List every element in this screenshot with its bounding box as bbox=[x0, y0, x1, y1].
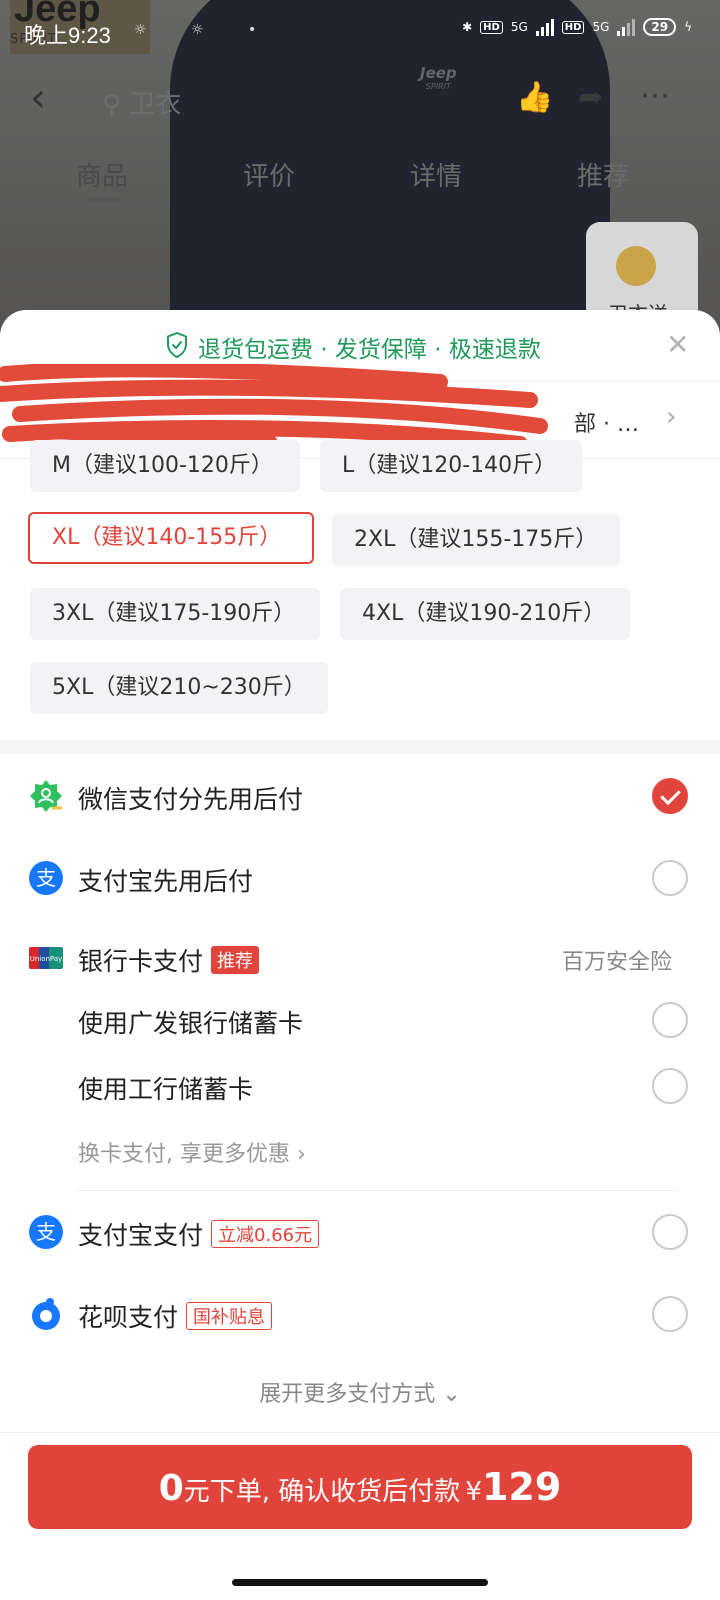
place-order-button[interactable]: 0元下单, 确认收货后付款 ¥129 bbox=[28, 1445, 692, 1529]
address-text: 部 · … bbox=[574, 412, 639, 437]
discount-badge: 立减0.66元 bbox=[211, 1220, 320, 1248]
status-right: ✱ HD 5G HD 5G 29 ϟ bbox=[462, 18, 692, 36]
bluetooth-icon: ✱ bbox=[462, 20, 473, 34]
size-chip-l[interactable]: L（建议120-140斤） bbox=[320, 440, 582, 492]
size-chip-4xl[interactable]: 4XL（建议190-210斤） bbox=[340, 588, 630, 640]
hd-badge-2: HD bbox=[561, 20, 585, 34]
hd-badge: HD bbox=[480, 20, 503, 34]
tab-reviews[interactable]: 评价 bbox=[243, 156, 295, 193]
payment-alipay-later[interactable]: 支 支付宝先用后付 bbox=[0, 848, 720, 908]
payment-label: 支付宝先用后付 bbox=[78, 867, 254, 896]
radio-unchecked[interactable] bbox=[652, 1068, 688, 1104]
size-chip-5xl[interactable]: 5XL（建议210~230斤） bbox=[30, 662, 328, 714]
tab-recommend[interactable]: 推荐 bbox=[577, 156, 629, 193]
payment-card-icbc[interactable]: 使用工行储蓄卡 bbox=[0, 1056, 720, 1116]
close-icon[interactable]: ✕ bbox=[666, 328, 689, 361]
search-box[interactable]: ⚲ 卫衣 bbox=[102, 84, 181, 121]
payment-huabei[interactable]: 花呗支付 国补贴息 bbox=[0, 1284, 720, 1344]
notification-icons: ☼ ☼ • bbox=[134, 22, 277, 38]
status-time: 晚上9:23 bbox=[24, 23, 111, 48]
payment-label: 使用工行储蓄卡 bbox=[78, 1075, 254, 1104]
radio-unchecked[interactable] bbox=[652, 1214, 688, 1250]
divider bbox=[78, 1190, 678, 1191]
chat-icon bbox=[616, 246, 656, 286]
unionpay-icon: UnionPay bbox=[29, 947, 63, 969]
battery-icon: 29 bbox=[643, 18, 677, 36]
radio-checked[interactable] bbox=[652, 778, 688, 814]
network-label: 5G bbox=[510, 20, 528, 34]
chevron-right-icon: › bbox=[297, 1142, 306, 1167]
payment-label: 微信支付分先用后付 bbox=[78, 785, 304, 814]
product-tabs: 商品 评价 详情 推荐 bbox=[0, 152, 720, 202]
subsidy-badge: 国补贴息 bbox=[186, 1302, 273, 1330]
share-icon[interactable]: ➦ bbox=[578, 80, 603, 115]
tab-underline bbox=[86, 198, 122, 202]
section-gap bbox=[0, 740, 720, 754]
size-chip-xl[interactable]: XL（建议140-155斤） bbox=[28, 512, 314, 564]
payment-card-gf[interactable]: 使用广发银行储蓄卡 bbox=[0, 990, 720, 1050]
payment-alipay[interactable]: 支 支付宝支付 立减0.66元 bbox=[0, 1202, 720, 1262]
shield-check-icon bbox=[167, 332, 187, 358]
radio-unchecked[interactable] bbox=[652, 1002, 688, 1038]
search-placeholder: 卫衣 bbox=[129, 90, 182, 120]
status-bar: 晚上9:23 ☼ ☼ • ✱ HD 5G HD 5G 29 ϟ bbox=[0, 0, 720, 64]
payment-label: 使用广发银行储蓄卡 bbox=[78, 1009, 304, 1038]
alipay-icon: 支 bbox=[29, 1215, 63, 1249]
size-chip-2xl[interactable]: 2XL（建议155-175斤） bbox=[332, 514, 620, 566]
purchase-sheet: 退货包运费 · 发货保障 · 极速退款 ✕ 部 · … › M（建议100-12… bbox=[0, 310, 720, 1600]
payment-label: 花呗支付 国补贴息 bbox=[78, 1298, 273, 1334]
thumbs-up-icon[interactable]: 👍 bbox=[516, 80, 553, 115]
signal-icon bbox=[535, 18, 554, 36]
huabei-icon bbox=[32, 1298, 60, 1330]
expand-more-payments[interactable]: 展开更多支付方式 ⌄ bbox=[0, 1376, 720, 1408]
svg-text:支: 支 bbox=[36, 1220, 56, 1244]
tab-product[interactable]: 商品 bbox=[76, 156, 128, 193]
back-icon[interactable]: ‹ bbox=[30, 78, 46, 118]
recommend-badge: 推荐 bbox=[211, 946, 260, 974]
top-nav: ‹ ⚲ 卫衣 👍 ➦ ⋯ bbox=[0, 70, 720, 130]
chevron-down-icon: ⌄ bbox=[442, 1382, 461, 1407]
wechat-pay-score-icon bbox=[30, 780, 62, 812]
svg-text:支: 支 bbox=[36, 866, 56, 890]
security-note: 百万安全险 bbox=[561, 950, 672, 975]
guarantee-text: 退货包运费 · 发货保障 · 极速退款 bbox=[198, 337, 541, 363]
payment-bank-card: UnionPay 银行卡支付 推荐 百万安全险 bbox=[0, 928, 720, 988]
alipay-icon: 支 bbox=[29, 861, 63, 895]
charging-icon: ϟ bbox=[684, 20, 692, 34]
size-chip-3xl[interactable]: 3XL（建议175-190斤） bbox=[30, 588, 320, 640]
svg-text:UnionPay: UnionPay bbox=[30, 955, 63, 963]
payment-label: 银行卡支付 推荐 bbox=[78, 942, 260, 978]
size-chip-m[interactable]: M（建议100-120斤） bbox=[30, 440, 300, 492]
search-icon: ⚲ bbox=[102, 90, 122, 120]
radio-unchecked[interactable] bbox=[652, 860, 688, 896]
tab-details[interactable]: 详情 bbox=[410, 156, 462, 193]
radio-unchecked[interactable] bbox=[652, 1296, 688, 1332]
signal-icon-2 bbox=[617, 18, 636, 36]
home-indicator[interactable] bbox=[232, 1579, 488, 1586]
payment-label: 支付宝支付 立减0.66元 bbox=[78, 1216, 320, 1252]
size-options: M（建议100-120斤） L（建议120-140斤） XL（建议140-155… bbox=[0, 440, 720, 738]
more-icon[interactable]: ⋯ bbox=[640, 78, 672, 113]
payment-wechat-later[interactable]: 微信支付分先用后付 bbox=[0, 766, 720, 826]
chevron-right-icon: › bbox=[666, 402, 677, 432]
network-label-2: 5G bbox=[592, 20, 610, 34]
customer-service-button[interactable]: 卫衣送 bbox=[586, 222, 698, 326]
order-footer: 0元下单, 确认收货后付款 ¥129 bbox=[0, 1432, 720, 1600]
switch-card-link[interactable]: 换卡支付, 享更多优惠 › bbox=[78, 1136, 306, 1168]
